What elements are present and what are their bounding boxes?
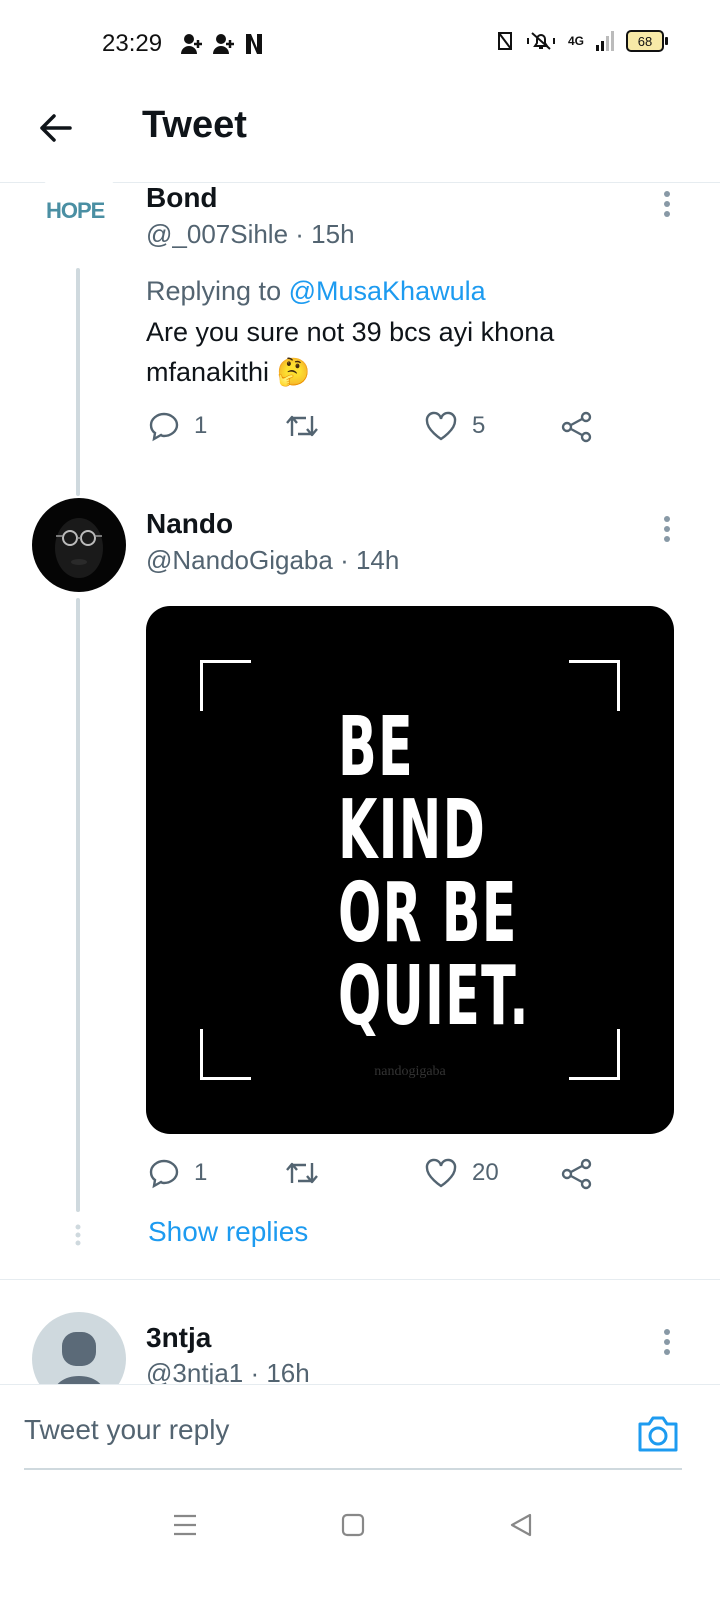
status-notification-icons xyxy=(180,32,264,56)
thread-line xyxy=(76,598,80,1212)
reply-input-underline xyxy=(24,1468,682,1470)
author-handle-line: @_007Sihle · 15h xyxy=(146,219,355,249)
like-button[interactable]: 20 xyxy=(424,1157,499,1189)
like-count: 20 xyxy=(472,1159,499,1186)
author-name[interactable]: Nando xyxy=(146,508,233,540)
more-options-button[interactable] xyxy=(662,515,672,545)
author-handle[interactable]: @NandoGigaba xyxy=(146,545,333,575)
frame-corner xyxy=(569,660,620,711)
netflix-icon xyxy=(246,34,262,54)
mention-link[interactable]: @MusaKhawula xyxy=(289,276,486,306)
author-handle[interactable]: @_007Sihle xyxy=(146,219,288,249)
status-system-icons: 4G 68 xyxy=(496,30,668,52)
retweet-icon xyxy=(286,1162,318,1184)
tweet-media-image[interactable]: BE KIND OR BE QUIET. nandogigaba xyxy=(146,606,674,1134)
media-quote: BE KIND OR BE QUIET. xyxy=(338,706,530,1038)
avatar-photo xyxy=(55,518,103,578)
share-icon xyxy=(561,1158,592,1190)
author-name[interactable]: Bond xyxy=(146,182,218,214)
replying-to: Replying to @MusaKhawula xyxy=(146,276,486,307)
home-icon[interactable] xyxy=(340,1512,366,1538)
battery-level: 68 xyxy=(637,33,653,49)
like-icon xyxy=(425,411,457,441)
nfc-icon xyxy=(497,32,512,50)
avatar[interactable] xyxy=(32,498,126,592)
add-user-icon xyxy=(213,34,234,54)
back-nav-icon[interactable] xyxy=(508,1512,534,1538)
more-icon xyxy=(664,191,670,217)
mute-vibrate-icon xyxy=(526,32,555,50)
avatar[interactable]: HOPE xyxy=(32,168,126,262)
thread-line xyxy=(76,268,80,496)
back-button[interactable] xyxy=(36,108,76,148)
battery-indicator: 68 xyxy=(626,30,668,52)
reply-count: 1 xyxy=(194,412,208,439)
status-time: 23:29 xyxy=(102,30,163,57)
system-nav-bar xyxy=(0,1486,720,1600)
more-options-button[interactable] xyxy=(662,1328,672,1358)
page-title: Tweet xyxy=(142,104,247,146)
like-icon xyxy=(425,1158,457,1188)
tweet-time: 15h xyxy=(311,219,355,249)
media-line: KIND xyxy=(338,783,487,878)
media-line: QUIET. xyxy=(338,949,530,1044)
tweet-text: Are you sure not 39 bcs ayi khona mfanak… xyxy=(146,317,555,387)
retweet-button[interactable] xyxy=(284,1157,334,1189)
frame-corner xyxy=(200,660,251,711)
media-line: BE xyxy=(338,700,414,795)
add-user-icon xyxy=(181,34,202,54)
retweet-button[interactable] xyxy=(284,410,334,442)
divider xyxy=(0,1279,720,1280)
reply-input[interactable]: Tweet your reply xyxy=(24,1414,229,1446)
author-name[interactable]: 3ntja xyxy=(146,1322,211,1354)
author-handle-line: @NandoGigaba · 14h xyxy=(146,545,400,575)
more-icon xyxy=(664,516,670,542)
tweet-time: 14h xyxy=(355,545,400,575)
more-icon xyxy=(664,1329,670,1355)
thread-dots xyxy=(75,1224,81,1251)
replying-to-label: Replying to xyxy=(146,276,282,306)
network-type: 4G xyxy=(567,34,584,48)
share-button[interactable] xyxy=(560,410,594,444)
share-button[interactable] xyxy=(560,1157,594,1191)
reply-button[interactable]: 1 xyxy=(148,410,207,442)
reply-button[interactable]: 1 xyxy=(148,1157,207,1189)
like-count: 5 xyxy=(472,412,486,439)
reply-count: 1 xyxy=(194,1159,208,1186)
menu-icon[interactable] xyxy=(172,1512,198,1538)
camera-button[interactable] xyxy=(636,1412,680,1456)
back-arrow-icon xyxy=(40,114,72,142)
share-icon xyxy=(561,411,592,443)
show-replies-link[interactable]: Show replies xyxy=(148,1216,308,1248)
more-options-button[interactable] xyxy=(662,190,672,220)
media-credit: nandogigaba xyxy=(374,1064,446,1079)
like-button[interactable]: 5 xyxy=(424,410,485,442)
header xyxy=(0,86,720,183)
reply-icon xyxy=(149,1159,179,1189)
retweet-icon xyxy=(286,415,318,437)
media-line: OR BE xyxy=(338,866,518,961)
avatar-logo-text: HOPE xyxy=(46,198,105,223)
reply-icon xyxy=(149,412,179,442)
signal-icon xyxy=(596,31,614,51)
camera-icon xyxy=(638,1416,678,1452)
